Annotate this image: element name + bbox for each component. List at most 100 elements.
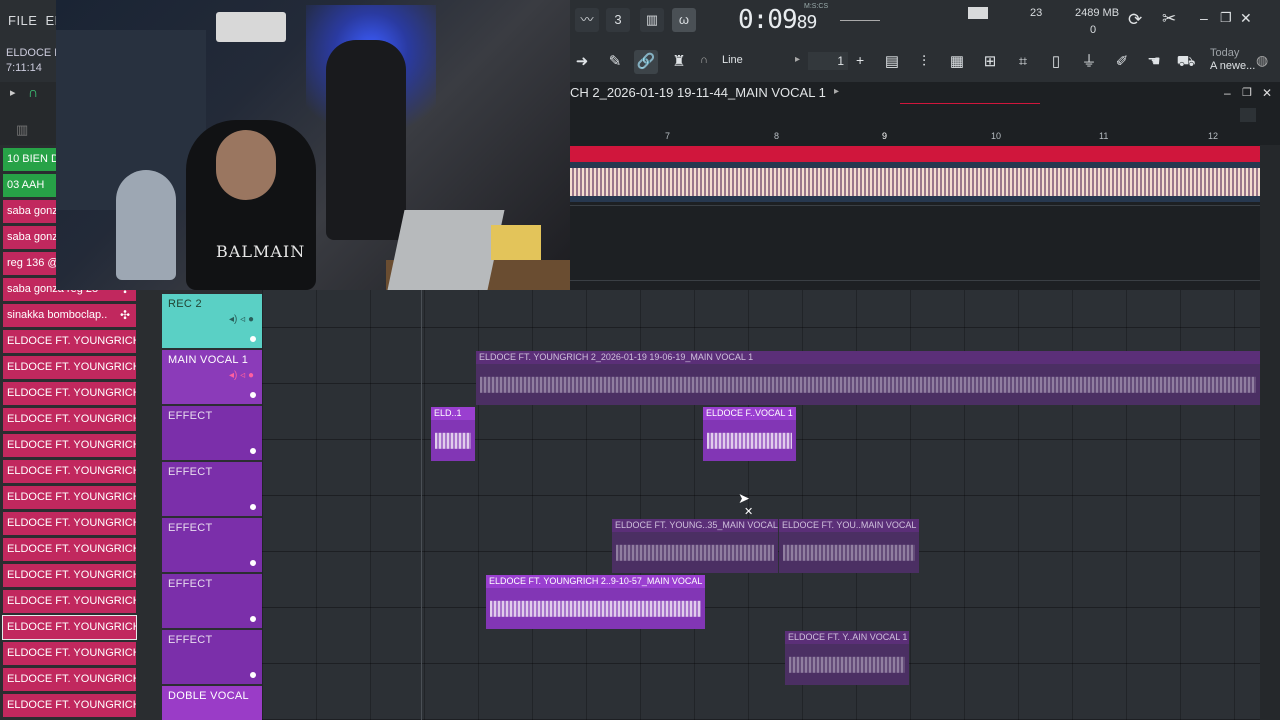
clip-ruler[interactable] <box>570 128 1260 146</box>
browser-item-label: ELDOCE FT. YOUNGRICH 2... <box>7 699 136 711</box>
browser-item-label: ELDOCE FT. YOUNGRICH 2... <box>7 621 136 633</box>
pin-icon[interactable]: ✣ <box>120 304 130 327</box>
channel-rack-icon[interactable]: ⫶ <box>912 50 936 74</box>
globe-icon[interactable]: ◍ <box>1256 52 1268 69</box>
hand-icon[interactable]: ☚ <box>1142 50 1166 74</box>
clip-divider <box>570 280 1260 281</box>
browser-item[interactable]: ELDOCE FT. YOUNGRICH 2... <box>3 382 136 405</box>
stamp-icon[interactable]: ♜ <box>667 50 691 74</box>
browser-item[interactable]: ELDOCE FT. YOUNGRICH 2... <box>2 615 137 640</box>
track-led[interactable] <box>250 560 256 566</box>
audio-clip[interactable]: ELDOCE F..VOCAL 1 <box>703 407 796 461</box>
clip-label: ELD..1 <box>431 407 475 420</box>
browser-item[interactable]: ELDOCE FT. YOUNGRICH 2... <box>3 512 136 535</box>
magnet-icon[interactable]: ∩ <box>28 84 38 100</box>
browser-item[interactable]: ELDOCE FT. YOUNGRICH 2... <box>3 642 136 665</box>
play-small-icon[interactable]: ▸ <box>795 54 800 65</box>
browser-item-label: ELDOCE FT. YOUNGRICH 2... <box>7 595 136 607</box>
track-led[interactable] <box>250 336 256 342</box>
audio-clip[interactable]: ELDOCE FT. YOU..MAIN VOCAL 1 <box>779 519 919 573</box>
browser-item[interactable]: ELDOCE FT. YOUNGRICH 2... <box>3 356 136 379</box>
piano-icon[interactable]: ▥ <box>16 122 28 138</box>
waveform-icon[interactable]: 〰 <box>575 8 599 32</box>
browser-item-label: 10 BIEN DI <box>7 153 63 165</box>
browser-item[interactable]: ELDOCE FT. YOUNGRICH 2... <box>3 538 136 561</box>
browser-item[interactable]: ELDOCE FT. YOUNGRICH 2... <box>3 564 136 587</box>
refresh-icon[interactable]: ⟳ <box>1128 10 1142 30</box>
audio-clip[interactable]: ELDOCE FT. YOUNGRICH 2_2026-01-19 19-06-… <box>476 351 1260 405</box>
clip-close-icon[interactable]: ✕ <box>1262 86 1272 100</box>
snap-mode[interactable]: Line <box>722 54 743 66</box>
video-laptop <box>387 210 505 290</box>
track-header-effect[interactable]: EFFECT <box>162 630 262 684</box>
master-pitch-slider[interactable] <box>840 20 880 21</box>
news-panel[interactable]: Today A newe... <box>1210 47 1255 73</box>
browser-item[interactable]: ELDOCE FT. YOUNGRICH 2... <box>3 408 136 431</box>
project-name: ELDOCE F <box>6 47 62 59</box>
audio-clip[interactable]: ELD..1 <box>431 407 475 461</box>
track-header-main-vocal[interactable]: MAIN VOCAL 1 ◂) ◃ ● <box>162 350 262 404</box>
playlist-icon[interactable]: ▤ <box>880 50 904 74</box>
piano-roll-icon[interactable]: ⊞ <box>978 50 1002 74</box>
arrow-right-icon[interactable]: ➜ <box>570 50 594 74</box>
close-icon[interactable]: ✕ <box>1240 10 1252 27</box>
track-header-rec2[interactable]: REC 2 ◂) ◃ ● <box>162 294 262 348</box>
clip-maximize-icon[interactable]: ❐ <box>1242 86 1252 99</box>
link-icon[interactable]: 🔗 <box>634 50 658 74</box>
clip-waveform[interactable] <box>570 162 1260 202</box>
track-led[interactable] <box>250 616 256 622</box>
vertical-scrollbar[interactable] <box>1260 145 1280 720</box>
track-name: EFFECT <box>168 578 213 590</box>
plug-icon[interactable]: ⏚ <box>1077 50 1101 74</box>
play-arrow-icon[interactable]: ▸ <box>10 86 16 99</box>
track-header-effect[interactable]: EFFECT <box>162 462 262 516</box>
browser-item[interactable]: sinakka bomboclap.. ✣ <box>3 304 136 327</box>
browser-item[interactable]: ELDOCE FT. YOUNGRICH 2... <box>3 590 136 613</box>
browser-item[interactable]: ELDOCE FT. YOUNGRICH 2... <box>3 486 136 509</box>
track-header-effect[interactable]: EFFECT <box>162 406 262 460</box>
title-arrow-icon[interactable]: ▸ <box>834 86 839 97</box>
plugin-picker-icon[interactable]: ⌗ <box>1011 50 1035 74</box>
metronome-icon[interactable]: ω <box>672 8 696 32</box>
browser-item[interactable]: ELDOCE FT. YOUNGRICH 2... <box>3 668 136 691</box>
track-header-doble-vocal[interactable]: DOBLE VOCAL <box>162 686 262 720</box>
clip-minimize-icon[interactable]: – <box>1224 86 1231 100</box>
track-led[interactable] <box>250 448 256 454</box>
piano-keys-icon[interactable]: ▥ <box>640 8 664 32</box>
snap-magnet-icon[interactable]: ∩ <box>700 54 708 66</box>
track-controls-icon[interactable]: ◂) ◃ ● <box>229 370 254 381</box>
clip-waveform <box>707 432 792 449</box>
typing-keyboard-icon[interactable]: 3 <box>606 8 630 32</box>
clip-window-title: CH 2_2026-01-19 19-11-44_MAIN VOCAL 1 <box>570 85 826 100</box>
browser-item[interactable]: ELDOCE FT. YOUNGRICH 2... <box>3 694 136 717</box>
add-pattern-icon[interactable]: + <box>856 52 864 68</box>
clip-selection-bar[interactable] <box>570 146 1260 162</box>
brush-icon[interactable]: ✎ <box>603 50 627 74</box>
restore-icon[interactable]: ❐ <box>1220 10 1232 26</box>
track-header-effect[interactable]: EFFECT <box>162 518 262 572</box>
ruler-label: 8 <box>774 131 780 141</box>
pattern-selector[interactable]: 1 <box>808 52 848 70</box>
file-icon[interactable]: ▯ <box>1044 50 1068 74</box>
audio-clip[interactable]: ELDOCE FT. YOUNG..35_MAIN VOCAL 1 <box>612 519 778 573</box>
mixer-icon[interactable]: ▦ <box>945 50 969 74</box>
track-led[interactable] <box>250 504 256 510</box>
browser-item-label: sinakka bomboclap.. <box>7 309 108 321</box>
track-led[interactable] <box>250 672 256 678</box>
browser-item[interactable]: ELDOCE FT. YOUNGRICH 2... <box>3 434 136 457</box>
track-header-effect[interactable]: EFFECT <box>162 574 262 628</box>
browser-item[interactable]: ELDOCE FT. YOUNGRICH 2... <box>3 460 136 483</box>
browser-item[interactable]: ELDOCE FT. YOUNGRICH 2... <box>3 330 136 353</box>
clip-scroll-button[interactable] <box>1240 108 1256 122</box>
track-led[interactable] <box>250 392 256 398</box>
menu-file[interactable]: FILE <box>8 13 37 28</box>
clip-waveform-shape <box>570 168 1260 196</box>
cpu-value: 23 <box>1030 7 1043 19</box>
track-controls-icon[interactable]: ◂) ◃ ● <box>229 314 254 325</box>
audio-clip[interactable]: ELDOCE FT. Y..AIN VOCAL 1 <box>785 631 909 685</box>
audio-clip[interactable]: ELDOCE FT. YOUNGRICH 2..9-10-57_MAIN VOC… <box>486 575 705 629</box>
cart-icon[interactable]: ⛟ <box>1174 50 1198 74</box>
minimize-icon[interactable]: – <box>1200 10 1208 26</box>
cut-tool-icon[interactable]: ✂ <box>1162 9 1176 29</box>
pencil-icon[interactable]: ✐ <box>1110 50 1134 74</box>
